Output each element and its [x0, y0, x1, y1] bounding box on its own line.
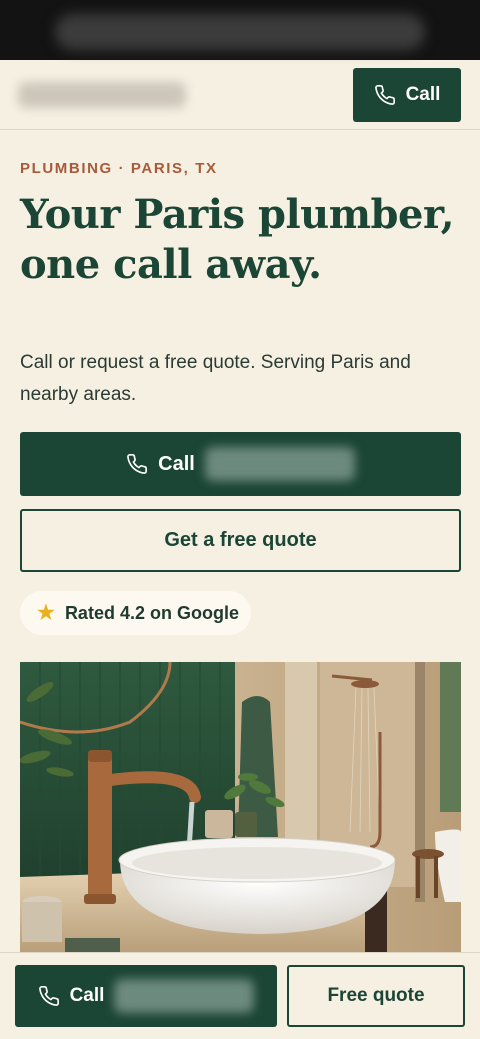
header-call-label: Call — [405, 84, 441, 105]
star-icon: ★ — [37, 602, 55, 624]
hero-bathroom-photo — [20, 662, 461, 952]
hero-call-button[interactable]: Call — [20, 432, 461, 496]
phone-number-redacted — [204, 447, 355, 481]
phone-number-redacted — [114, 979, 255, 1013]
status-bar — [0, 0, 480, 60]
hero-title: Your Paris plumber, one call away. — [20, 191, 455, 288]
bottom-quote-label: Free quote — [327, 985, 425, 1006]
get-quote-label: Get a free quote — [164, 529, 317, 551]
bottom-call-button[interactable]: Call — [15, 965, 277, 1027]
rating-text: Rated 4.2 on Google — [64, 602, 239, 623]
header-call-button[interactable]: Call — [353, 68, 461, 122]
get-quote-button[interactable]: Get a free quote — [20, 509, 461, 572]
google-rating-badge: ★ Rated 4.2 on Google — [20, 591, 251, 635]
bottom-quote-button[interactable]: Free quote — [287, 965, 465, 1027]
hero-eyebrow: PLUMBING · PARIS, TX — [20, 160, 218, 177]
phone-icon — [126, 453, 148, 475]
hero-subtitle: Call or request a free quote. Serving Pa… — [20, 352, 411, 405]
status-bar-redacted — [55, 14, 425, 50]
hero-call-label: Call — [158, 452, 195, 475]
phone-icon — [374, 84, 396, 106]
bathroom-illustration — [20, 662, 461, 952]
brand-logo-redacted[interactable] — [18, 82, 186, 108]
phone-icon — [38, 985, 60, 1007]
bottom-call-label: Call — [69, 985, 105, 1006]
